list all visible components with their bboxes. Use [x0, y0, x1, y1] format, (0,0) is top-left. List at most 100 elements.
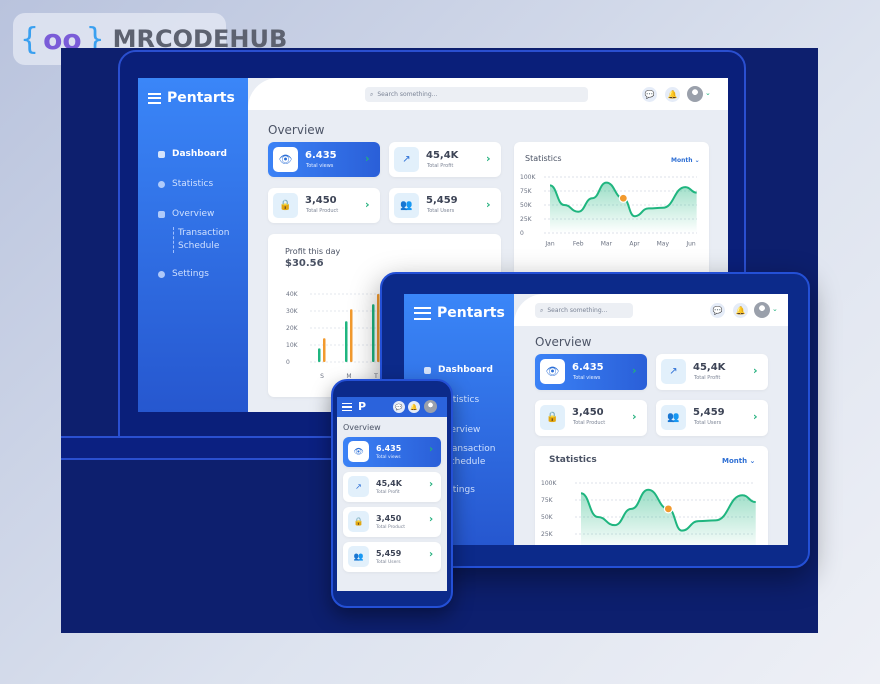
chevron-down-icon[interactable]: ⌄ — [772, 305, 778, 313]
chevron-right-icon[interactable]: › — [429, 514, 433, 525]
chevron-right-icon[interactable]: › — [753, 410, 758, 423]
brand-name: Pentarts — [167, 90, 235, 106]
chat-icon[interactable]: 💬 — [393, 401, 405, 413]
stat-value: 45,4K — [693, 362, 726, 373]
chevron-right-icon[interactable]: › — [365, 152, 370, 165]
brand[interactable]: P — [342, 400, 366, 413]
brand-name: P — [358, 400, 367, 413]
stat-card-users[interactable]: 👥 5,459 Total Users › — [343, 542, 441, 572]
chevron-right-icon[interactable]: › — [753, 364, 758, 377]
stat-label: Total Product — [376, 525, 406, 530]
stat-value: 3,450 — [305, 195, 337, 206]
search-placeholder: Search something... — [547, 307, 608, 314]
period-dropdown[interactable]: Month ⌄ — [722, 457, 755, 465]
sidebar-item-schedule[interactable]: Schedule — [178, 240, 230, 253]
profit-title: Profit this day — [285, 247, 341, 256]
menu-icon[interactable] — [342, 402, 352, 411]
bar — [323, 338, 326, 362]
phone-header: P 💬 🔔 — [337, 397, 447, 417]
period-value: Month — [722, 457, 748, 465]
sidebar-item-dashboard[interactable]: Dashboard — [424, 365, 493, 375]
stat-value: 45,4K — [376, 479, 402, 488]
search-input[interactable]: ⌕ Search something... — [535, 303, 633, 318]
lock-icon: 🔒 — [540, 405, 565, 430]
y-tick-label: 25K — [541, 531, 554, 538]
sidebar-item-statistics[interactable]: Statistics — [158, 179, 213, 189]
stat-label: Total Profit — [427, 163, 454, 169]
chevron-right-icon[interactable]: › — [632, 410, 637, 423]
stat-card-profit[interactable]: ↗ 45,4K Total Profit › — [656, 354, 768, 390]
bar — [372, 304, 375, 362]
stat-label: Total Profit — [376, 490, 400, 495]
highlight-point — [618, 193, 628, 203]
bell-icon[interactable]: 🔔 — [665, 87, 680, 102]
trend-up-icon: ↗ — [348, 476, 369, 497]
statistics-title: Statistics — [549, 455, 597, 465]
stat-card-views[interactable]: 👁 6.435 Total views › — [343, 437, 441, 467]
statistics-chart: 100K 75K 50K 25K 0 Jan Feb Mar Apr May Jun — [520, 174, 697, 248]
period-dropdown[interactable]: Month ⌄ — [671, 157, 700, 164]
search-icon: ⌕ — [370, 90, 374, 98]
sidebar-item-transaction[interactable]: Transaction — [178, 227, 230, 240]
chevron-right-icon[interactable]: › — [429, 444, 433, 455]
x-tick-label: Jun — [685, 241, 696, 248]
stat-card-product[interactable]: 🔒 3,450 Total Product › — [268, 188, 380, 223]
nav-label: Overview — [172, 209, 215, 219]
y-tick-label: 30K — [286, 308, 299, 315]
avatar[interactable] — [754, 302, 770, 318]
sidebar-item-overview[interactable]: Overview — [158, 209, 214, 219]
stat-card-product[interactable]: 🔒 3,450 Total Product › — [535, 400, 647, 436]
stat-value: 45,4K — [426, 150, 459, 161]
bell-icon[interactable]: 🔔 — [733, 303, 748, 318]
chevron-right-icon[interactable]: › — [486, 198, 491, 211]
chevron-right-icon[interactable]: › — [486, 152, 491, 165]
search-icon: ⌕ — [540, 306, 544, 314]
x-tick-label: May — [657, 241, 670, 248]
x-tick-label: S — [320, 373, 324, 380]
chevron-right-icon[interactable]: › — [365, 198, 370, 211]
period-value: Month — [671, 157, 693, 164]
avatar[interactable] — [424, 400, 437, 413]
stat-card-users[interactable]: 👥 5,459 Total Users › — [656, 400, 768, 436]
chat-icon[interactable]: 💬 — [710, 303, 725, 318]
stat-label: Total Product — [306, 208, 339, 214]
stat-card-profit[interactable]: ↗ 45,4K Total Profit › — [343, 472, 441, 502]
y-tick-label: 50K — [520, 202, 533, 209]
menu-icon[interactable] — [414, 306, 431, 320]
brand[interactable]: Pentarts — [414, 305, 505, 321]
sidebar: Pentarts Dashboard Statistics Overview T… — [138, 78, 250, 412]
search-input[interactable]: ⌕ Search something... — [365, 87, 588, 102]
y-tick-label: 10K — [286, 342, 299, 349]
stat-card-users[interactable]: 👥 5,459 Total Users › — [389, 188, 501, 223]
trend-up-icon: ↗ — [394, 147, 419, 172]
chevron-right-icon[interactable]: › — [429, 479, 433, 490]
y-tick-label: 100K — [520, 174, 536, 181]
y-tick-label: 20K — [286, 325, 299, 332]
stat-card-views[interactable]: 👁 6.435 Total views › — [268, 142, 380, 177]
sidebar-item-dashboard[interactable]: Dashboard — [158, 149, 227, 159]
lock-icon: 🔒 — [348, 511, 369, 532]
stat-card-profit[interactable]: ↗ 45,4K Total Profit › — [389, 142, 501, 177]
chevron-down-icon[interactable]: ⌄ — [705, 89, 711, 97]
brand[interactable]: Pentarts — [148, 90, 235, 106]
menu-icon[interactable] — [148, 92, 161, 104]
stat-card-views[interactable]: 👁 6.435 Total views › — [535, 354, 647, 390]
nav-label: Dashboard — [438, 365, 493, 375]
y-tick-label: 40K — [286, 291, 299, 298]
x-tick-label: Mar — [601, 241, 613, 248]
chevron-right-icon[interactable]: › — [429, 549, 433, 560]
eye-icon: 👁 — [273, 147, 298, 172]
stat-value: 6.435 — [572, 362, 604, 373]
sidebar-item-settings[interactable]: Settings — [158, 269, 209, 279]
stat-card-product[interactable]: 🔒 3,450 Total Product › — [343, 507, 441, 537]
profit-amount: $30.56 — [285, 258, 324, 269]
grid-icon — [158, 150, 165, 158]
bell-icon[interactable]: 🔔 — [408, 401, 420, 413]
y-tick-label: 75K — [541, 497, 554, 504]
eye-icon: 👁 — [540, 359, 565, 384]
phone-screen: P 💬 🔔 Overview 👁 6.435 Total views › ↗ 4… — [337, 397, 447, 591]
chevron-right-icon[interactable]: › — [632, 364, 637, 377]
chat-icon[interactable]: 💬 — [642, 87, 657, 102]
avatar[interactable] — [687, 86, 703, 102]
statistics-card: Statistics Month ⌄ 100K75K50K25K0JanFebM… — [535, 446, 768, 545]
